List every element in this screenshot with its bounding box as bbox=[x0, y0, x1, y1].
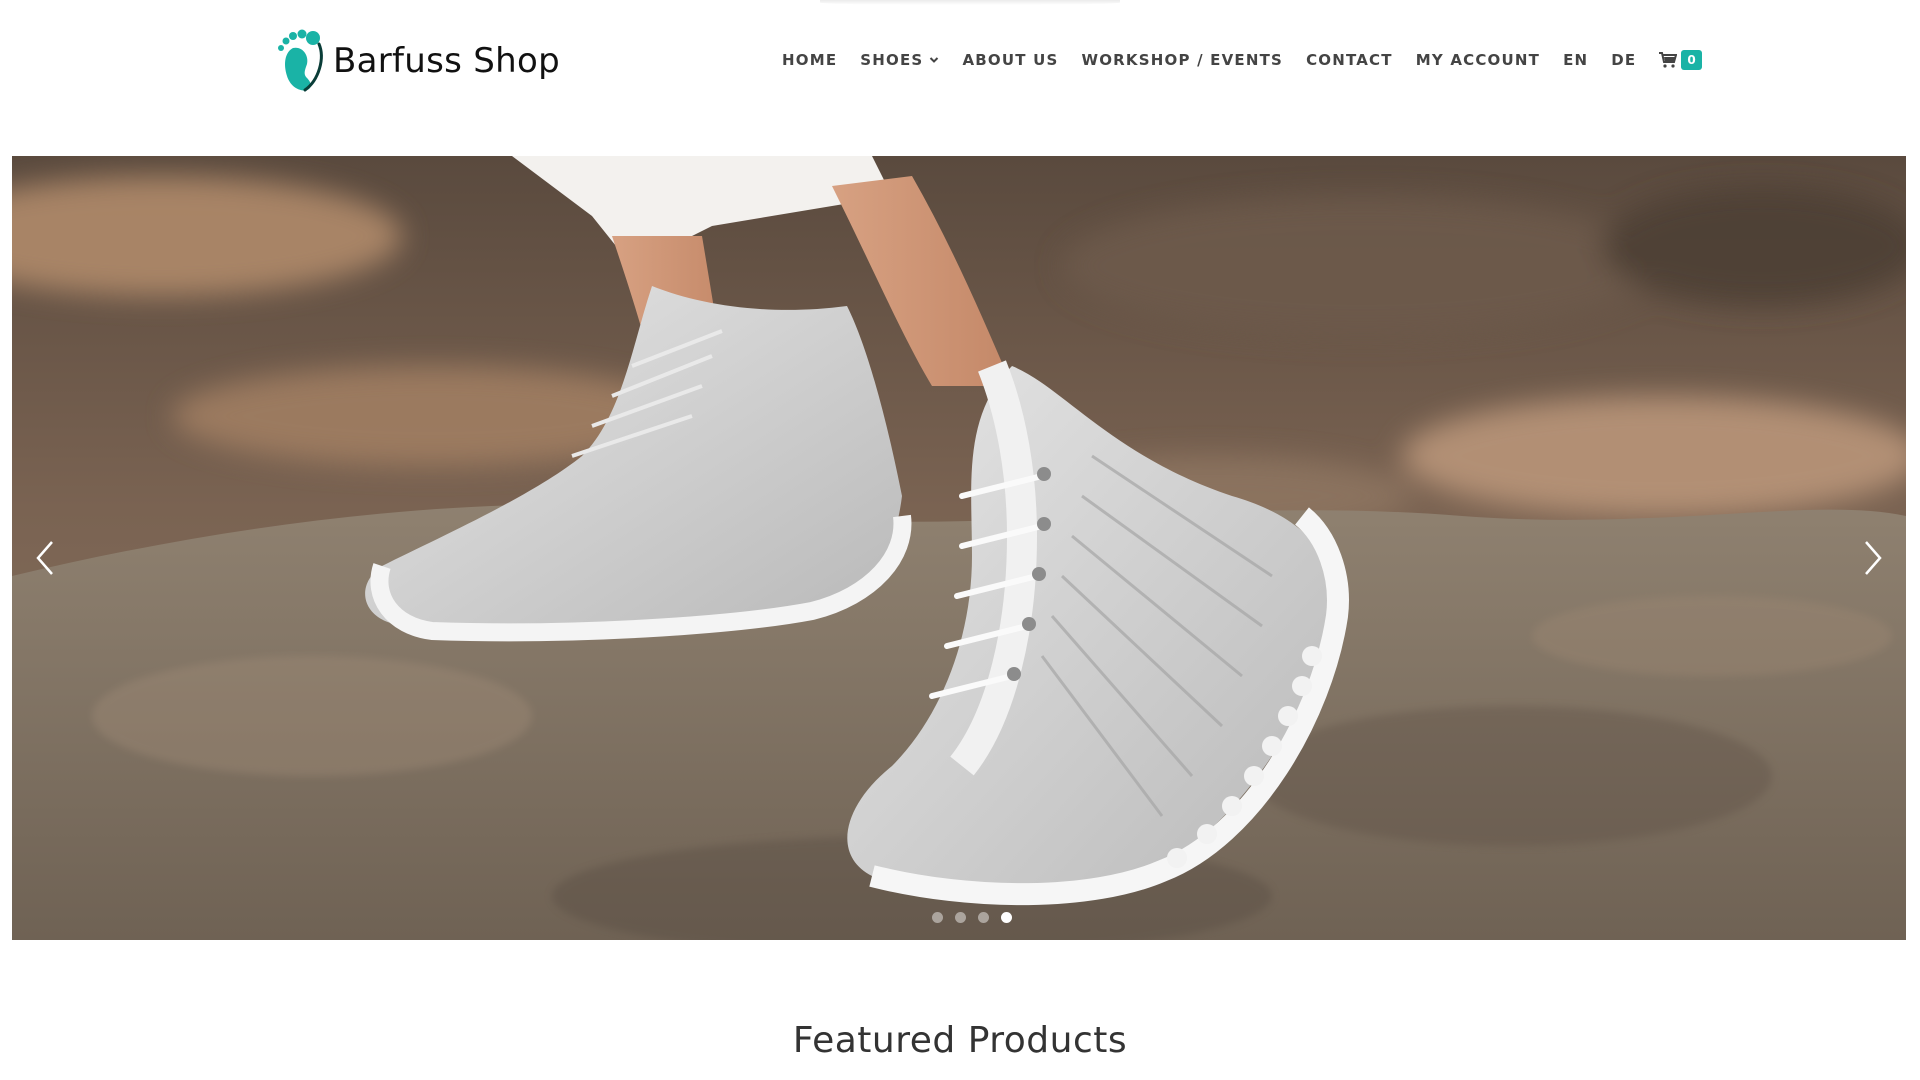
slider-dot-4[interactable] bbox=[1000, 912, 1012, 923]
nav-home-label: HOME bbox=[782, 51, 838, 69]
slider-pagination bbox=[12, 912, 1906, 923]
nav-contact[interactable]: CONTACT bbox=[1306, 51, 1393, 69]
slider-dot-2[interactable] bbox=[954, 912, 966, 923]
nav-home[interactable]: HOME bbox=[782, 51, 837, 69]
chevron-right-icon[interactable] bbox=[1852, 528, 1892, 588]
nav-shoes-label: SHOES bbox=[860, 51, 924, 69]
site-header: Barfuss Shop HOME SHOES ABOUT US WORKSHO… bbox=[0, 0, 1920, 150]
hero-slide-image bbox=[12, 156, 1906, 940]
nav-workshop-events-label: WORKSHOP / EVENTS bbox=[1081, 51, 1284, 69]
chevron-left-icon[interactable] bbox=[26, 528, 66, 588]
nav-about-us-label: ABOUT US bbox=[962, 51, 1059, 69]
site-logo[interactable]: Barfuss Shop bbox=[275, 28, 560, 94]
main-nav: HOME SHOES ABOUT US WORKSHOP / EVENTS CO… bbox=[782, 48, 1702, 72]
nav-lang-de[interactable]: DE bbox=[1611, 51, 1636, 69]
nav-shoes[interactable]: SHOES bbox=[860, 51, 939, 69]
nav-lang-en-label: EN bbox=[1563, 51, 1589, 69]
nav-workshop-events[interactable]: WORKSHOP / EVENTS bbox=[1081, 51, 1283, 69]
featured-products-heading: Featured Products bbox=[792, 1020, 1128, 1061]
hero-slider[interactable] bbox=[12, 156, 1906, 940]
nav-contact-label: CONTACT bbox=[1306, 51, 1393, 69]
nav-my-account[interactable]: MY ACCOUNT bbox=[1416, 51, 1540, 69]
cart-count-badge: 0 bbox=[1681, 50, 1702, 70]
slider-dot-1[interactable] bbox=[931, 912, 943, 923]
chevron-down-icon bbox=[930, 57, 939, 63]
nav-my-account-label: MY ACCOUNT bbox=[1415, 51, 1541, 69]
nav-lang-en[interactable]: EN bbox=[1563, 51, 1588, 69]
cart-icon bbox=[1659, 52, 1678, 68]
cart-button[interactable]: 0 bbox=[1659, 50, 1702, 70]
header-shadow bbox=[820, 0, 1120, 5]
brand-name: Barfuss Shop bbox=[333, 41, 561, 81]
footprint-icon bbox=[278, 29, 323, 92]
nav-about-us[interactable]: ABOUT US bbox=[962, 51, 1058, 69]
slider-dot-3[interactable] bbox=[977, 912, 989, 923]
nav-lang-de-label: DE bbox=[1611, 51, 1637, 69]
